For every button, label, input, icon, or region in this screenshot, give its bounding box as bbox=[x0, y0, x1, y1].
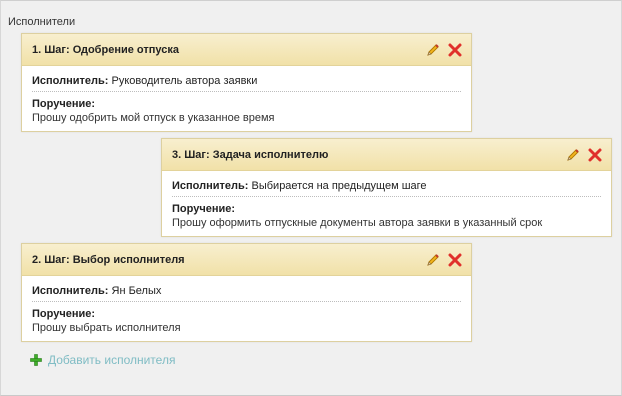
workflow-panel: Исполнители 1. Шаг: Одобрение отпуска Ис… bbox=[0, 0, 622, 396]
step-actions bbox=[425, 42, 463, 58]
close-icon[interactable] bbox=[587, 147, 603, 163]
plus-icon bbox=[30, 354, 42, 366]
executor-row: Исполнитель: Ян Белых bbox=[32, 282, 461, 302]
order-row: Поручение: Прошу оформить отпускные доку… bbox=[172, 197, 601, 229]
step-card-2: 2. Шаг: Выбор исполнителя Исполнитель: Я… bbox=[21, 243, 472, 342]
executor-label: Исполнитель: bbox=[32, 75, 109, 87]
step-header: 2. Шаг: Выбор исполнителя bbox=[22, 244, 471, 276]
order-text: Прошу выбрать исполнителя bbox=[32, 322, 181, 334]
step-card-3: 3. Шаг: Задача исполнителю Исполнитель: … bbox=[161, 138, 612, 237]
pencil-icon[interactable] bbox=[565, 147, 581, 163]
step-title: 3. Шаг: Задача исполнителю bbox=[172, 148, 329, 161]
executor-label: Исполнитель: bbox=[32, 285, 109, 297]
add-executor-label: Добавить исполнителя bbox=[48, 353, 176, 367]
order-label: Поручение: bbox=[172, 203, 236, 215]
executor-label: Исполнитель: bbox=[172, 180, 249, 192]
order-text: Прошу оформить отпускные документы автор… bbox=[172, 217, 543, 229]
section-title: Исполнители bbox=[8, 16, 76, 28]
order-row: Поручение: Прошу выбрать исполнителя bbox=[32, 302, 461, 334]
add-executor-link[interactable]: Добавить исполнителя bbox=[30, 353, 175, 367]
order-text: Прошу одобрить мой отпуск в указанное вр… bbox=[32, 112, 275, 124]
executor-row: Исполнитель: Руководитель автора заявки bbox=[32, 72, 461, 92]
executor-value: Ян Белых bbox=[111, 285, 162, 297]
executor-value: Руководитель автора заявки bbox=[111, 75, 258, 87]
order-label: Поручение: bbox=[32, 308, 96, 320]
step-title: 2. Шаг: Выбор исполнителя bbox=[32, 253, 185, 266]
step-header: 1. Шаг: Одобрение отпуска bbox=[22, 34, 471, 66]
step-card-1: 1. Шаг: Одобрение отпуска Исполнитель: Р… bbox=[21, 33, 472, 132]
executor-row: Исполнитель: Выбирается на предыдущем ша… bbox=[172, 177, 601, 197]
step-actions bbox=[565, 147, 603, 163]
executor-value: Выбирается на предыдущем шаге bbox=[251, 180, 427, 192]
pencil-icon[interactable] bbox=[425, 42, 441, 58]
step-body: Исполнитель: Ян Белых Поручение: Прошу в… bbox=[22, 276, 471, 334]
step-body: Исполнитель: Руководитель автора заявки … bbox=[22, 66, 471, 124]
step-body: Исполнитель: Выбирается на предыдущем ша… bbox=[162, 171, 611, 229]
order-row: Поручение: Прошу одобрить мой отпуск в у… bbox=[32, 92, 461, 124]
step-actions bbox=[425, 252, 463, 268]
close-icon[interactable] bbox=[447, 252, 463, 268]
step-title: 1. Шаг: Одобрение отпуска bbox=[32, 43, 179, 56]
pencil-icon[interactable] bbox=[425, 252, 441, 268]
step-header: 3. Шаг: Задача исполнителю bbox=[162, 139, 611, 171]
order-label: Поручение: bbox=[32, 98, 96, 110]
close-icon[interactable] bbox=[447, 42, 463, 58]
